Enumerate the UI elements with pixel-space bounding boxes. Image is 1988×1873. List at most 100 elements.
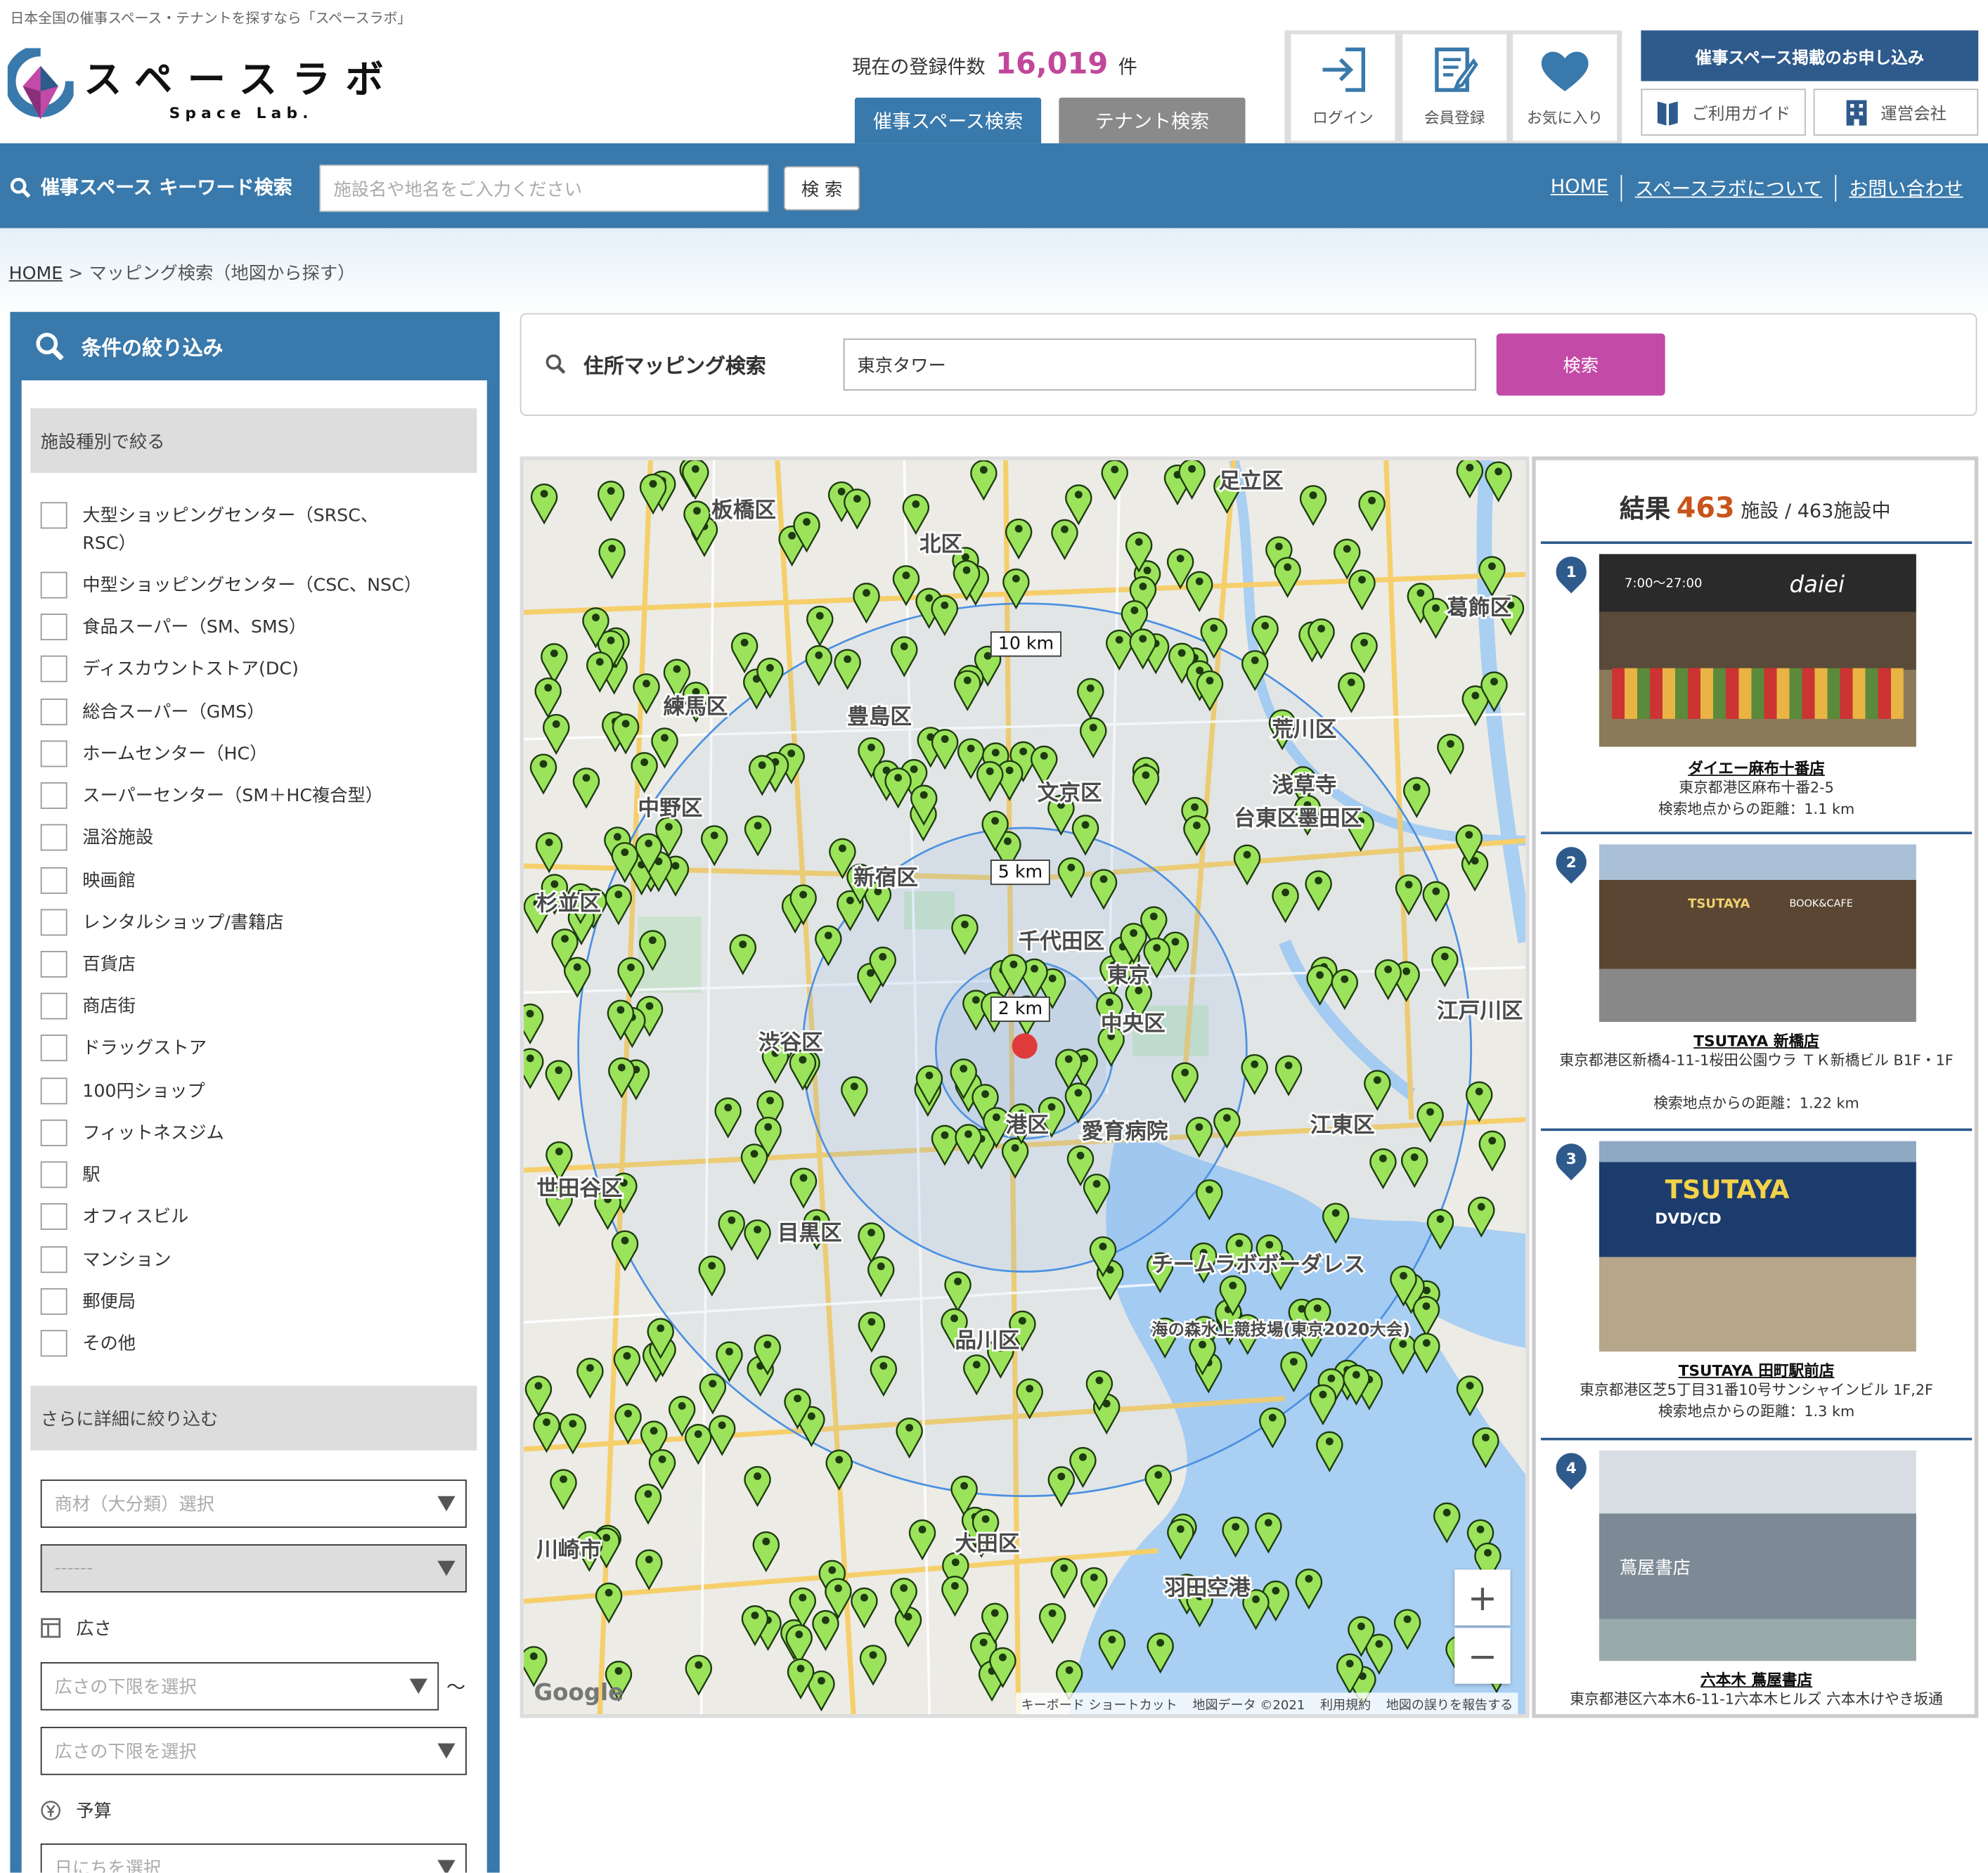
zoom-out-button[interactable]: −	[1454, 1628, 1511, 1684]
checkbox[interactable]	[40, 571, 67, 599]
facility-checkbox-row[interactable]: 商店街	[40, 992, 136, 1021]
checkbox[interactable]	[40, 614, 67, 641]
facility-checkbox-row[interactable]: 総合スーパー（GMS）	[40, 699, 265, 727]
results-panel: 結果 463 施設 / 463施設中 1 daiei 7:00〜27:00 ダイ…	[1532, 456, 1979, 1718]
login-button[interactable]: ログイン	[1289, 32, 1397, 143]
facility-checkbox-row[interactable]: スーパーセンター（SM＋HC複合型）	[40, 782, 383, 810]
ring-label-5km: 5 km	[990, 860, 1050, 886]
checkbox[interactable]	[40, 824, 67, 851]
area-max-select[interactable]: 広さの下限を選択	[40, 1727, 467, 1775]
facility-photo[interactable]: 蔦屋書店	[1599, 1450, 1916, 1661]
result-distance: 検索地点からの距離：1.22 km	[1653, 1094, 1859, 1113]
map-area-label: 港区	[1006, 1113, 1049, 1138]
zoom-in-button[interactable]: +	[1454, 1569, 1511, 1626]
checkbox[interactable]	[40, 740, 67, 767]
result-item[interactable]: 4 蔦屋書店 六本木 蔦屋書店 東京都港区六本木6-11-1六本木ヒルズ 六本木…	[1540, 1437, 1973, 1714]
map-area-label: 葛飾区	[1447, 595, 1511, 621]
facility-checkbox-row[interactable]: ドラッグストア	[40, 1035, 207, 1063]
checkbox[interactable]	[40, 1035, 67, 1061]
checkbox[interactable]	[40, 502, 67, 529]
facility-photo[interactable]: daiei 7:00〜27:00	[1599, 554, 1916, 747]
keyword-search-input[interactable]: 施設名や地名をご入力ください	[319, 164, 769, 212]
checkbox[interactable]	[40, 1246, 67, 1273]
area-min-select[interactable]: 広さの下限を選択	[40, 1662, 439, 1711]
result-distance: 検索地点からの距離：1.1 km	[1658, 800, 1855, 818]
map-area-label: 中央区	[1101, 1012, 1166, 1037]
ring-label-10km: 10 km	[990, 631, 1061, 657]
nav-contact[interactable]: お問い合わせ	[1835, 174, 1975, 202]
apply-listing-button[interactable]: 催事スペース掲載のお申し込み	[1641, 30, 1979, 82]
checkbox[interactable]	[40, 1119, 67, 1146]
result-name[interactable]: 六本木 蔦屋書店	[1541, 1668, 1972, 1690]
map-area-label: 墨田区	[1297, 806, 1362, 831]
result-name[interactable]: TSUTAYA 新橋店	[1541, 1030, 1972, 1051]
facility-checkbox-row[interactable]: 中型ショッピングセンター（CSC、NSC）	[40, 571, 422, 600]
map-area-label: 大田区	[955, 1531, 1019, 1556]
facility-checkbox-row[interactable]: 駅	[40, 1161, 101, 1189]
company-button[interactable]: 運営会社	[1813, 89, 1979, 136]
checkbox[interactable]	[40, 655, 67, 682]
facility-checkbox-row[interactable]: マンション	[40, 1246, 172, 1274]
facility-checkbox-row[interactable]: レンタルショップ/書籍店	[40, 909, 284, 937]
result-item[interactable]: 3 TSUTAYA DVD/CD TSUTAYA 田町駅前店 東京都港区芝5丁目…	[1540, 1128, 1973, 1439]
checkbox[interactable]	[40, 1077, 67, 1105]
breadcrumb-home[interactable]: HOME	[9, 264, 63, 284]
facility-checkbox-row[interactable]: 百貨店	[40, 951, 136, 979]
checkbox[interactable]	[40, 1161, 67, 1188]
nav-home[interactable]: HOME	[1538, 175, 1621, 202]
result-name[interactable]: ダイエー麻布十番店	[1541, 757, 1972, 779]
subcategory-select[interactable]: ------	[40, 1544, 467, 1593]
facility-checkbox-row[interactable]: ホームセンター（HC）	[40, 740, 268, 769]
logo[interactable]: スペースラボ Space Lab.	[4, 45, 399, 122]
facility-photo[interactable]: TSUTAYA DVD/CD	[1599, 1141, 1916, 1352]
checkbox[interactable]	[40, 699, 67, 725]
result-distance: 検索地点からの距離：1.3 km	[1658, 1402, 1855, 1420]
checkbox[interactable]	[40, 867, 67, 894]
signup-button[interactable]: 会員登録	[1401, 32, 1508, 143]
guide-button[interactable]: ご利用ガイド	[1641, 89, 1806, 136]
tab-tenant[interactable]: テナント検索	[1059, 97, 1246, 143]
checkbox[interactable]	[40, 782, 67, 809]
product-category-select[interactable]: 商材（大分類）選択	[40, 1479, 467, 1528]
budget-label: 予算	[41, 1798, 112, 1823]
header-nav: HOME スペースラボについて お問い合わせ	[1538, 174, 1976, 202]
map-area-label: 江戸川区	[1437, 999, 1523, 1024]
facility-checkbox-row[interactable]: 温浴施設	[40, 824, 154, 853]
facility-checkbox-row[interactable]: 郵便局	[40, 1288, 136, 1316]
map-area-label: 台東区	[1234, 806, 1298, 831]
facility-checkbox-row[interactable]: その他	[40, 1330, 136, 1358]
checkbox[interactable]	[40, 1330, 67, 1357]
breadcrumb: HOME > マッピング検索（地図から探す）	[9, 260, 356, 285]
favorites-button[interactable]: お気に入り	[1511, 32, 1618, 143]
date-select[interactable]: 日にちを選択	[40, 1843, 467, 1873]
facility-checkbox-row[interactable]: ディスカウントストア(DC)	[40, 655, 299, 684]
facility-checkbox-row[interactable]: 映画館	[40, 867, 136, 895]
facility-checkbox-row[interactable]: 大型ショッピングセンター（SRSC、 RSC）	[40, 502, 378, 557]
nav-about[interactable]: スペースラボについて	[1620, 174, 1835, 202]
tab-event-space[interactable]: 催事スペース検索	[854, 97, 1042, 143]
checkbox[interactable]	[40, 992, 67, 1020]
rank-badge: 3	[1549, 1137, 1593, 1181]
keyword-search-button[interactable]: 検 索	[783, 166, 860, 211]
checkbox[interactable]	[40, 951, 67, 978]
page: 日本全国の催事スペース・テナントを探すなら「スペースラボ」 スペースラボ Spa…	[0, 0, 1988, 1873]
address-input[interactable]: 東京タワー	[843, 338, 1476, 391]
result-item[interactable]: 1 daiei 7:00〜27:00 ダイエー麻布十番店 東京都港区麻布十番2-…	[1540, 541, 1973, 833]
facility-photo[interactable]: TSUTAYA BOOK&CAFE	[1599, 844, 1916, 1023]
map-area-label: 豊島区	[847, 705, 912, 730]
result-name[interactable]: TSUTAYA 田町駅前店	[1541, 1359, 1972, 1381]
mapping-search-button[interactable]: 検索	[1496, 333, 1665, 396]
checkbox[interactable]	[40, 909, 67, 936]
map-area-label: 愛育病院	[1082, 1119, 1168, 1144]
result-item[interactable]: 2 TSUTAYA BOOK&CAFE TSUTAYA 新橋店 東京都港区新橋4…	[1540, 831, 1973, 1129]
ring-label-2km: 2 km	[990, 996, 1050, 1023]
keyword-search-title: 催事スペース キーワード検索	[10, 174, 292, 200]
rank-badge: 2	[1549, 841, 1593, 884]
map-view[interactable]: 板橋区 北区 足立区 葛飾区 豊島区 文京区 荒川区 墨田区 台東区 練馬区 中野区 新宿区 千代田区中…	[519, 456, 1530, 1718]
facility-checkbox-row[interactable]: フィットネスジム	[40, 1119, 224, 1148]
facility-checkbox-row[interactable]: 食品スーパー（SM、SMS）	[40, 614, 306, 642]
checkbox[interactable]	[40, 1203, 67, 1230]
facility-checkbox-row[interactable]: 100円ショップ	[40, 1077, 205, 1106]
checkbox[interactable]	[40, 1288, 67, 1315]
facility-checkbox-row[interactable]: オフィスビル	[40, 1203, 189, 1231]
